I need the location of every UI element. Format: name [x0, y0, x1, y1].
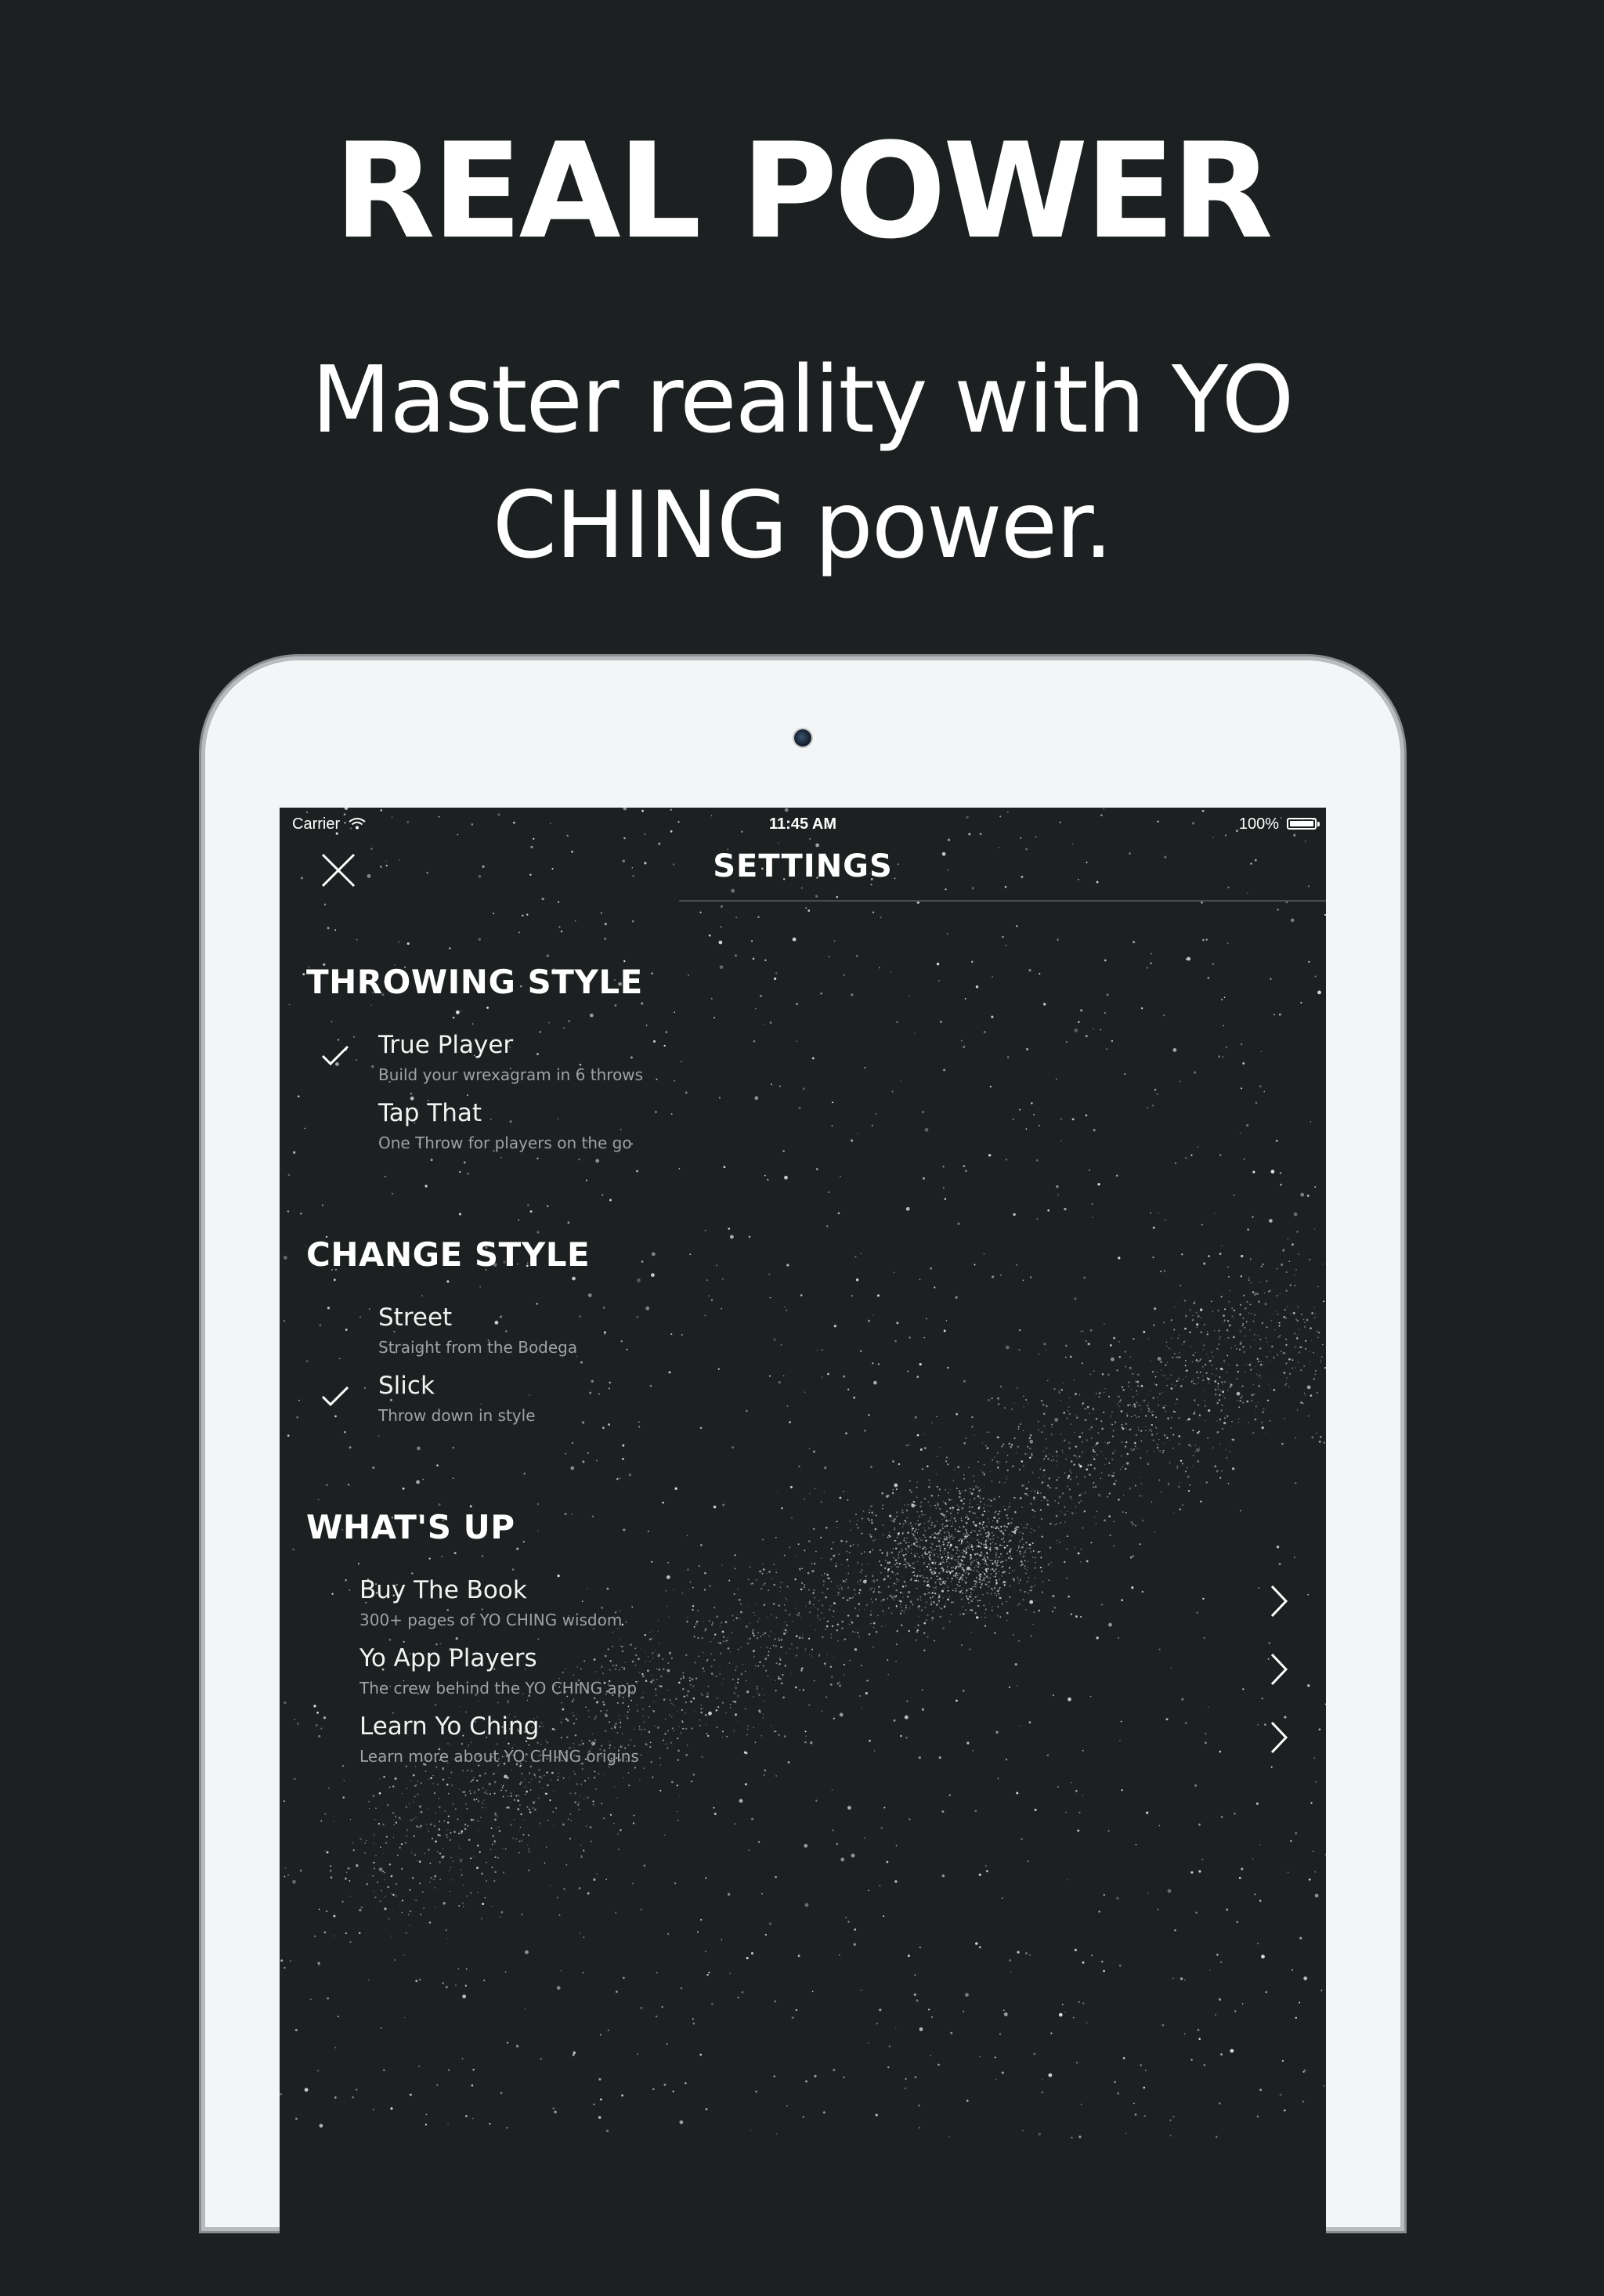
section-heading-throwing-style: THROWING STYLE: [306, 963, 643, 1001]
link-subtitle: 300+ pages of YO CHING wisdom: [359, 1611, 623, 1629]
status-time: 11:45 AM: [769, 815, 836, 833]
starfield-background: [280, 808, 1326, 2139]
option-slick[interactable]: Slick Throw down in style: [280, 1372, 1326, 1434]
checkmark-icon: [321, 1045, 349, 1066]
option-title: Slick: [378, 1372, 435, 1400]
section-heading-change-style: CHANGE STYLE: [306, 1235, 591, 1274]
chevron-right-icon: [1270, 1585, 1288, 1618]
link-subtitle: Learn more about YO CHING origins: [359, 1747, 639, 1766]
option-true-player[interactable]: True Player Build your wrexagram in 6 th…: [280, 1031, 1326, 1094]
link-title: Buy The Book: [359, 1576, 527, 1604]
page-title: SETTINGS: [713, 848, 893, 884]
battery-icon: [1287, 818, 1320, 830]
link-title: Yo App Players: [359, 1644, 537, 1672]
option-title: True Player: [378, 1031, 514, 1059]
status-battery-percent: 100%: [1238, 815, 1279, 833]
option-street[interactable]: Street Straight from the Bodega: [280, 1303, 1326, 1366]
link-learn-yo-ching[interactable]: Learn Yo Ching Learn more about YO CHING…: [280, 1712, 1326, 1775]
status-bar: Carrier 11:45 AM 100%: [280, 808, 1326, 839]
hero-title: REAL POWER: [334, 114, 1273, 268]
option-title: Tap That: [378, 1099, 482, 1127]
link-buy-the-book[interactable]: Buy The Book 300+ pages of YO CHING wisd…: [280, 1576, 1326, 1639]
link-title: Learn Yo Ching: [359, 1712, 540, 1741]
app-screen: Carrier 11:45 AM 100% SETTINGS THROWING …: [280, 808, 1326, 2296]
ipad-device-frame: Carrier 11:45 AM 100% SETTINGS THROWING …: [205, 660, 1400, 2296]
option-subtitle: One Throw for players on the go: [378, 1134, 632, 1152]
option-subtitle: Straight from the Bodega: [378, 1338, 578, 1357]
hero-subtitle: Master reality with YO CHING power.: [311, 345, 1295, 579]
option-subtitle: Throw down in style: [378, 1406, 536, 1425]
nav-divider: [679, 900, 1326, 902]
link-yo-app-players[interactable]: Yo App Players The crew behind the YO CH…: [280, 1644, 1326, 1707]
chevron-right-icon: [1270, 1721, 1288, 1754]
chevron-right-icon: [1270, 1653, 1288, 1686]
option-title: Street: [378, 1303, 453, 1332]
checkmark-icon: [321, 1386, 349, 1407]
section-heading-whats-up: WHAT'S UP: [306, 1508, 515, 1546]
camera-icon: [794, 729, 811, 747]
option-tap-that[interactable]: Tap That One Throw for players on the go: [280, 1099, 1326, 1162]
option-subtitle: Build your wrexagram in 6 throws: [378, 1065, 644, 1084]
link-subtitle: The crew behind the YO CHING app: [359, 1679, 638, 1698]
